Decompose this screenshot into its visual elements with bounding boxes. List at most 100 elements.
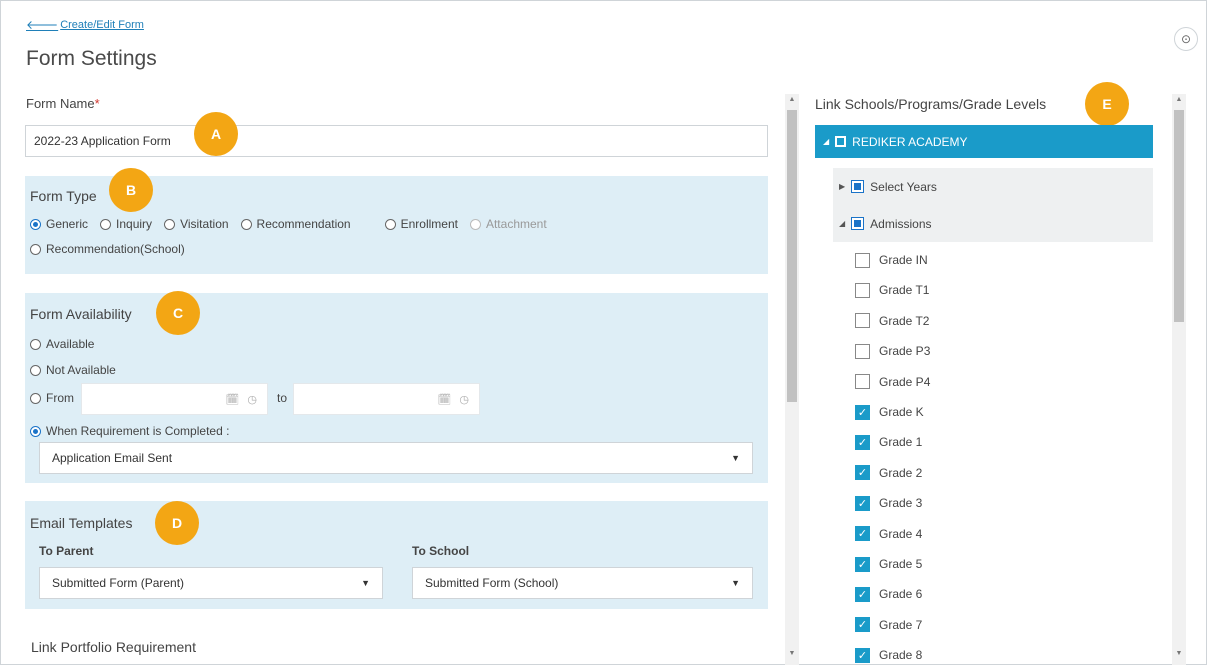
school-name: REDIKER ACADEMY: [852, 134, 968, 149]
grade-label: Grade 8: [879, 648, 923, 663]
radio-generic[interactable]: Generic: [30, 217, 88, 231]
annotation-badge-b: B: [109, 168, 153, 212]
checkbox-checked[interactable]: ✓: [855, 647, 870, 663]
radio-recommendation[interactable]: Recommendation: [240, 217, 351, 231]
checkbox-unchecked[interactable]: [855, 343, 870, 359]
grade-item[interactable]: Grade P3: [855, 342, 930, 360]
left-scroll-thumb[interactable]: [787, 110, 797, 402]
school-checkbox[interactable]: [835, 136, 847, 147]
form-name-input[interactable]: 2022-23 Application Form: [25, 125, 768, 157]
grade-label: Grade IN: [879, 253, 928, 267]
checkbox-checked[interactable]: ✓: [855, 586, 870, 602]
checkbox-checked[interactable]: ✓: [855, 495, 870, 511]
grade-label: Grade T1: [879, 283, 930, 298]
grade-item[interactable]: ✓ Grade 2: [855, 464, 922, 482]
calendar-icon[interactable]: 🗓: [225, 393, 239, 406]
grade-item[interactable]: ✓ Grade 8: [855, 646, 922, 664]
right-scrollbar[interactable]: ▲ ▼: [1172, 94, 1186, 665]
grade-item[interactable]: ✓ Grade K: [855, 403, 924, 421]
grade-item[interactable]: Grade T1: [855, 281, 929, 299]
radio-dot: [30, 392, 41, 404]
radio-dot: [240, 218, 252, 230]
radio-not-available[interactable]: Not Available: [30, 363, 116, 377]
triangle-down-icon[interactable]: ◢: [823, 137, 829, 146]
back-link-label: Create/Edit Form: [60, 18, 144, 31]
focus-icon: ⊙: [1180, 32, 1192, 46]
grade-item[interactable]: ✓ Grade 3: [855, 494, 922, 512]
radio-visitation[interactable]: Visitation: [164, 217, 229, 231]
radio-available[interactable]: Available: [30, 337, 94, 351]
left-scrollbar[interactable]: ▲ ▼: [785, 94, 799, 665]
radio-inquiry[interactable]: Inquiry: [100, 217, 152, 231]
radio-when-requirement-completed[interactable]: When Requirement is Completed :: [30, 424, 229, 438]
grade-item[interactable]: ✓ Grade 1: [855, 433, 922, 451]
select-years-checkbox[interactable]: [851, 180, 865, 193]
grade-item[interactable]: ✓ Grade 7: [855, 616, 922, 634]
radio-recommendation-school[interactable]: Recommendation(School): [30, 242, 185, 256]
scroll-down-icon[interactable]: ▼: [785, 650, 799, 657]
to-parent-label: To Parent: [39, 544, 94, 558]
grade-label: Grade P4: [879, 374, 931, 389]
grade-item[interactable]: Grade T2: [855, 312, 929, 330]
grade-item[interactable]: Grade IN: [855, 251, 928, 269]
radio-dot: [30, 243, 41, 255]
requirement-select-value: Application Email Sent: [52, 451, 173, 465]
triangle-down-icon[interactable]: ◢: [839, 219, 845, 228]
email-templates-section: Email Templates To Parent Submitted Form…: [25, 501, 768, 609]
to-parent-select-value: Submitted Form (Parent): [52, 576, 185, 590]
grade-label: Grade P3: [879, 344, 931, 359]
to-school-select[interactable]: Submitted Form (School) ▼: [412, 567, 753, 599]
link-portfolio-title: Link Portfolio Requirement: [31, 639, 196, 655]
grade-item[interactable]: Grade P4: [855, 373, 930, 391]
radio-dot: [30, 364, 41, 376]
scroll-up-icon[interactable]: ▲: [785, 96, 799, 103]
scroll-down-icon[interactable]: ▼: [1172, 650, 1186, 657]
checkbox-checked[interactable]: ✓: [855, 465, 870, 481]
checkbox-unchecked[interactable]: [855, 313, 870, 329]
to-parent-select[interactable]: Submitted Form (Parent) ▼: [39, 567, 383, 599]
radio-from[interactable]: From: [30, 391, 74, 405]
annotation-badge-c: C: [156, 291, 200, 335]
checkbox-checked[interactable]: ✓: [855, 617, 870, 633]
checkbox-unchecked[interactable]: [855, 252, 870, 268]
right-scroll-thumb[interactable]: [1174, 110, 1184, 322]
grade-item[interactable]: ✓ Grade 6: [855, 585, 922, 603]
admissions-checkbox[interactable]: [851, 217, 865, 230]
requirement-select[interactable]: Application Email Sent ▼: [39, 442, 753, 474]
checkbox-unchecked[interactable]: [855, 282, 870, 298]
from-date-input[interactable]: 🗓 ◷: [81, 383, 268, 415]
tree-group-select-years[interactable]: ▶ Select Years: [833, 168, 1153, 205]
tree-group-admissions[interactable]: ◢ Admissions: [833, 205, 1153, 242]
checkbox-checked[interactable]: ✓: [855, 404, 870, 420]
scroll-up-icon[interactable]: ▲: [1172, 96, 1186, 103]
checkbox-checked[interactable]: ✓: [855, 556, 870, 572]
caret-down-icon: ▼: [731, 453, 740, 463]
radio-dot: [30, 425, 41, 437]
annotation-badge-d: D: [155, 501, 199, 545]
grade-label: Grade 2: [879, 465, 923, 480]
page-title: Form Settings: [26, 47, 157, 70]
radio-dot: [100, 218, 112, 230]
calendar-icon[interactable]: 🗓: [437, 393, 451, 406]
tree-school-header[interactable]: ◢ REDIKER ACADEMY: [815, 125, 1153, 158]
grade-label: Grade 7: [879, 617, 923, 632]
clock-icon[interactable]: ◷: [247, 393, 257, 406]
checkbox-unchecked[interactable]: [855, 374, 870, 390]
focus-mode-button[interactable]: ⊙: [1174, 27, 1198, 51]
radio-enrollment[interactable]: Enrollment: [384, 217, 458, 231]
grade-item[interactable]: ✓ Grade 5: [855, 555, 922, 573]
checkbox-checked[interactable]: ✓: [855, 434, 870, 450]
grade-item[interactable]: ✓ Grade 4: [855, 525, 922, 543]
annotation-badge-a: A: [194, 112, 238, 156]
to-date-input[interactable]: 🗓 ◷: [293, 383, 480, 415]
radio-dot: [164, 218, 176, 230]
back-link[interactable]: 🡐 Create/Edit Form: [26, 17, 144, 32]
to-school-select-value: Submitted Form (School): [425, 576, 559, 590]
caret-down-icon: ▼: [731, 578, 740, 588]
clock-icon[interactable]: ◷: [459, 393, 469, 406]
annotation-badge-e: E: [1085, 82, 1129, 126]
form-availability-title: Form Availability: [30, 306, 132, 322]
checkbox-checked[interactable]: ✓: [855, 526, 870, 542]
triangle-right-icon[interactable]: ▶: [839, 182, 845, 191]
grade-label: Grade 6: [879, 587, 923, 602]
